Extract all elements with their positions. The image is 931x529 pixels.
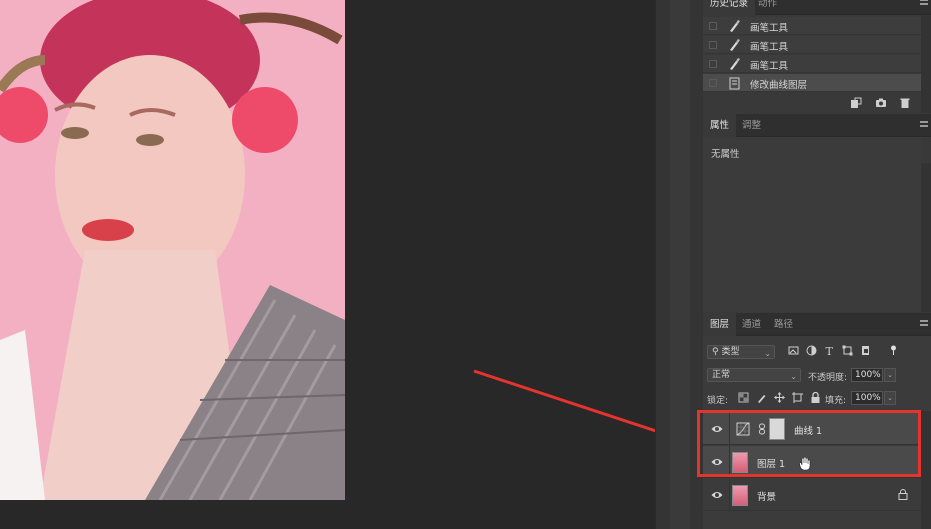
opacity-dropdown-button[interactable]: ⌄ [884,368,896,382]
fill-input[interactable]: 100% [851,391,883,405]
history-item-label: 修改曲线图层 [750,80,808,91]
document-icon [729,77,740,90]
filter-toggle-icon[interactable] [888,345,899,356]
fill-dropdown-button[interactable]: ⌄ [884,391,896,405]
adjustment-layer-filter-icon[interactable] [806,345,817,356]
layer-thumbnail[interactable] [732,485,748,506]
blend-mode-select[interactable]: 正常 ⌄ [707,368,801,382]
smart-object-filter-icon[interactable] [860,345,871,356]
panel-dock-gutter [655,0,703,529]
blend-mode-value: 正常 [712,370,731,380]
layer-filter-value: 类型 [721,347,740,357]
chevron-down-icon: ⌄ [764,349,771,358]
brush-icon [730,39,740,51]
properties-body: 无属性 [703,137,921,312]
tab-layers[interactable]: 图层 [703,313,737,336]
lock-label: 锁定: [707,396,729,406]
history-item-label: 画笔工具 [750,23,789,34]
lock-image-pixels-icon[interactable] [756,392,767,403]
search-icon: ⚲ [712,347,719,357]
type-layer-filter-icon[interactable]: T [824,345,835,356]
opacity-label: 不透明度: [808,373,848,383]
panel-menu-icon[interactable] [920,320,928,326]
chevron-down-icon: ⌄ [790,372,797,381]
history-snapshot-checkbox[interactable] [709,22,717,30]
lock-artboard-icon[interactable] [792,392,803,403]
layers-tabbar: 图层 通道 路径 [703,313,931,336]
history-item-label: 画笔工具 [750,42,789,53]
portrait-image [0,0,345,500]
annotation-highlight-box [697,410,921,477]
trash-icon[interactable] [899,97,911,109]
new-document-from-state-icon[interactable] [850,97,862,109]
brush-icon [730,58,740,70]
layer-row-background[interactable]: 背景 [703,479,921,511]
collapsed-panel-strip[interactable] [670,0,690,529]
properties-tabbar: 属性 调整 [703,114,931,137]
svg-text:T: T [826,345,834,356]
history-item[interactable]: 画笔工具 [703,36,921,54]
tab-properties[interactable]: 属性 [703,114,737,137]
brush-icon [730,20,740,32]
visibility-eye-icon[interactable] [711,490,723,500]
tab-paths[interactable]: 路径 [767,313,800,336]
fill-label: 填充: [825,396,847,406]
tab-adjustments[interactable]: 调整 [735,114,768,137]
pixel-layer-filter-icon[interactable] [788,345,799,356]
history-snapshot-checkbox[interactable] [709,41,717,49]
document-canvas-area[interactable] [0,0,655,529]
history-item[interactable]: 画笔工具 [703,17,921,35]
panel-menu-icon[interactable] [920,121,928,127]
divider [729,479,730,511]
shape-layer-filter-icon[interactable] [842,345,853,356]
layer-name[interactable]: 背景 [757,489,776,503]
opacity-input[interactable]: 100% [851,368,883,382]
no-properties-label: 无属性 [711,149,740,160]
camera-icon[interactable] [875,97,887,109]
properties-scrollbar[interactable] [921,163,931,312]
history-scrollbar[interactable] [921,15,931,113]
history-tabbar: 历史记录 动作 [703,0,931,15]
lock-icon [898,489,908,500]
lock-position-icon[interactable] [774,392,785,403]
history-item-selected[interactable]: 修改曲线图层 [703,74,921,92]
history-snapshot-checkbox[interactable] [709,60,717,68]
history-item-label: 画笔工具 [750,61,789,72]
tab-actions[interactable]: 动作 [751,0,784,15]
document-photo[interactable] [0,0,345,500]
history-item[interactable]: 画笔工具 [703,55,921,73]
history-snapshot-checkbox[interactable] [709,79,717,87]
history-footer [703,93,921,113]
lock-transparent-pixels-icon[interactable] [738,392,749,403]
lock-all-icon[interactable] [810,392,821,403]
layer-filter-select[interactable]: ⚲ 类型 ⌄ [707,345,775,359]
tab-history[interactable]: 历史记录 [703,0,756,15]
layers-scrollbar[interactable] [921,411,931,529]
panel-menu-icon[interactable] [920,0,928,5]
tab-channels[interactable]: 通道 [735,313,768,336]
